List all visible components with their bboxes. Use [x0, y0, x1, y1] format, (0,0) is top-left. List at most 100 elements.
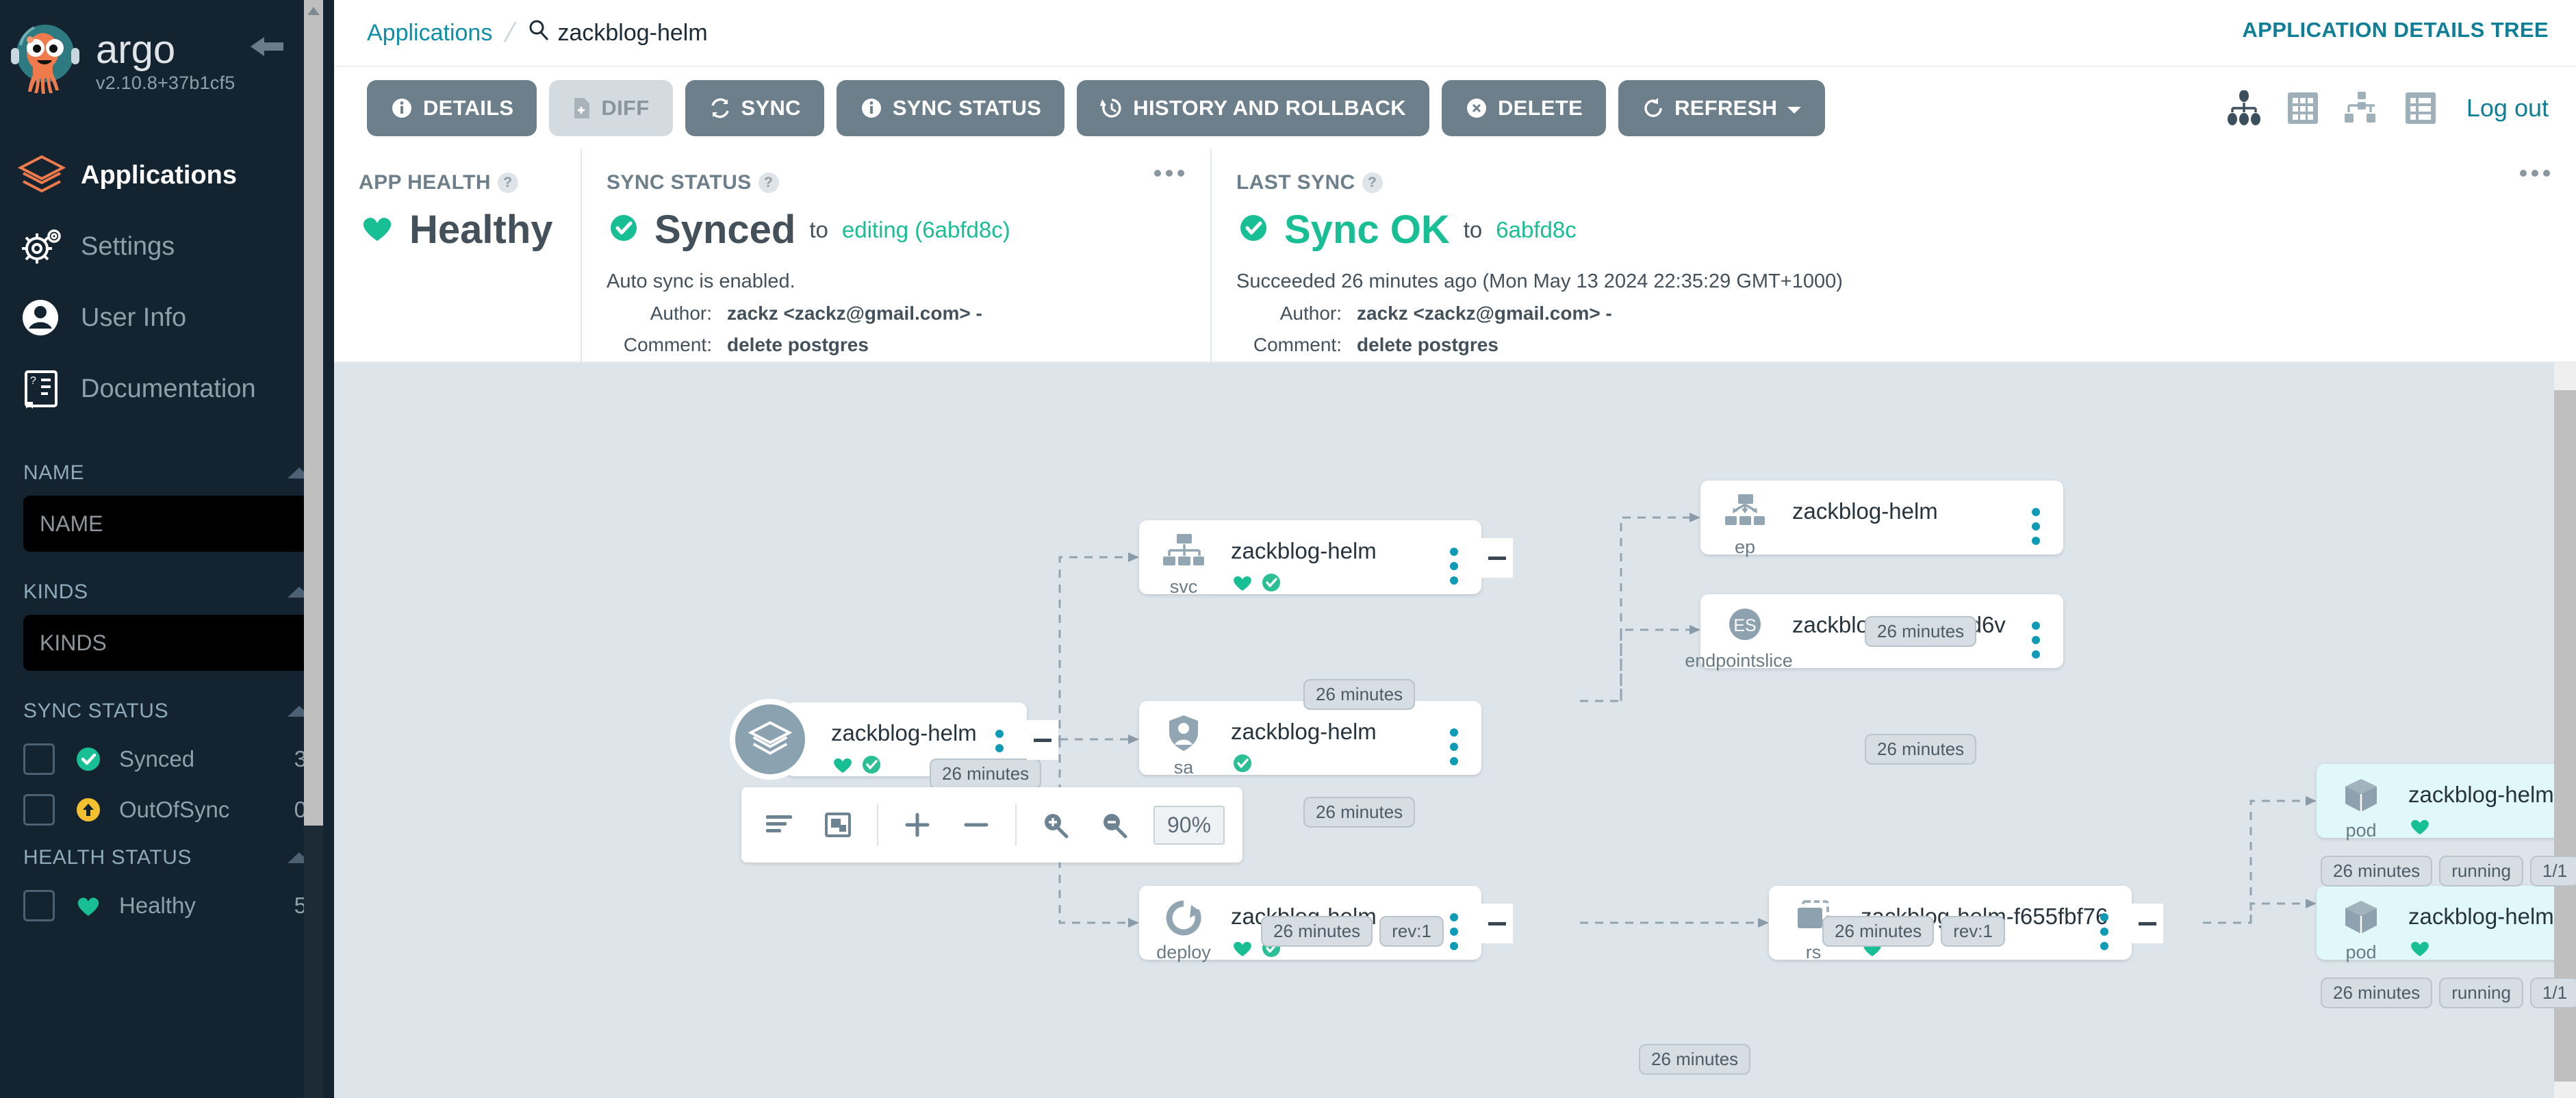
- app-health-panel: APP HEALTH ? Healthy: [334, 149, 581, 361]
- sync-status-row: Synced to editing (6abfd8c): [607, 207, 1186, 253]
- sidebar-item-settings[interactable]: Settings: [0, 211, 334, 282]
- tree-node-svc[interactable]: svc zackblog-helm: [1139, 520, 1481, 597]
- node-kind: rs: [1805, 942, 1822, 962]
- node-menu-button[interactable]: [2100, 913, 2108, 950]
- network-view-icon[interactable]: [2343, 90, 2380, 126]
- tree-zoom-toolbar: 90%: [741, 787, 1243, 863]
- gears-icon: [15, 225, 68, 268]
- diff-button[interactable]: DIFF: [549, 80, 673, 136]
- filter-health-status-header[interactable]: HEALTH STATUS: [23, 835, 311, 880]
- align-icon[interactable]: [759, 805, 799, 845]
- collapse-sidebar-arrow-icon[interactable]: [248, 33, 286, 60]
- endpointslice-icon: ES endpointslice: [1685, 594, 1793, 672]
- zoom-in-icon[interactable]: [1036, 805, 1075, 845]
- breadcrumb-current-label: zackblog-helm: [557, 19, 708, 46]
- node-kind: pod: [2345, 820, 2377, 841]
- filter-name-header[interactable]: NAME: [23, 450, 311, 496]
- tree-vertical-scrollbar[interactable]: [2554, 363, 2576, 1098]
- checkbox-healthy[interactable]: [23, 890, 55, 921]
- zoom-level-value[interactable]: 90%: [1153, 805, 1225, 845]
- node-menu-button[interactable]: [2032, 622, 2040, 659]
- filter-row-synced[interactable]: Synced 3: [23, 734, 311, 784]
- tree-node-endpointslice[interactable]: ES endpointslice zackblog-helm-gzd6v: [1685, 594, 2063, 671]
- tree-node-pod-1[interactable]: pod zackblog-helm-f655fbf76-7nr…: [2317, 764, 2576, 841]
- sync-status-menu-button[interactable]: [1154, 170, 1184, 177]
- checkbox-outofsync[interactable]: [23, 794, 55, 826]
- delete-button[interactable]: DELETE: [1441, 80, 1607, 136]
- node-tag: 26 minutes: [930, 758, 1042, 789]
- help-icon[interactable]: ?: [1362, 173, 1383, 193]
- tree-node-rs[interactable]: rs zackblog-helm-f655fbf76: [1769, 886, 2132, 963]
- layers-icon: [15, 154, 68, 196]
- tree-node-ep[interactable]: ep zackblog-helm: [1700, 481, 2063, 557]
- collapse-children-deploy[interactable]: [1481, 904, 1513, 943]
- sidebar-scrollbar[interactable]: [304, 0, 323, 1098]
- node-name: zackblog-helm-gzd6v: [1792, 612, 2006, 637]
- checkbox-synced[interactable]: [23, 743, 55, 775]
- sidebar-item-documentation[interactable]: ? Documentation: [0, 353, 334, 424]
- fit-to-screen-icon[interactable]: [818, 805, 858, 845]
- list-view-icon[interactable]: [2403, 90, 2438, 126]
- heart-icon: [831, 753, 854, 780]
- help-icon[interactable]: ?: [497, 173, 518, 193]
- filter-health-status-title: HEALTH STATUS: [23, 846, 192, 869]
- name-filter-input[interactable]: [23, 496, 311, 552]
- filter-sync-status-title: SYNC STATUS: [23, 700, 169, 722]
- tree-view-icon[interactable]: [2226, 90, 2262, 126]
- node-menu-button[interactable]: [1450, 548, 1458, 585]
- last-sync-panel: LAST SYNC ? Sync OK to 6abfd8c Succeeded…: [1210, 149, 2576, 361]
- help-icon[interactable]: ?: [758, 173, 779, 193]
- node-menu-button[interactable]: [2032, 508, 2040, 545]
- details-button[interactable]: DETAILS: [367, 80, 537, 136]
- toolbar-divider: [877, 804, 878, 846]
- grid-view-icon[interactable]: [2286, 90, 2320, 126]
- application-summary-panels: APP HEALTH ? Healthy SYNC STATUS ? Synce…: [334, 149, 2576, 363]
- collapse-children-rs[interactable]: [2132, 904, 2163, 943]
- last-sync-revision-link[interactable]: 6abfd8c: [1496, 217, 1576, 243]
- history-and-rollback-button[interactable]: HISTORY AND ROLLBACK: [1077, 80, 1429, 136]
- logout-link[interactable]: Log out: [2466, 94, 2549, 123]
- sync-revision-link[interactable]: editing (6abfd8c): [842, 217, 1010, 243]
- breadcrumb-applications-link[interactable]: Applications: [367, 20, 492, 47]
- sidebar-item-user-info[interactable]: User Info: [0, 282, 334, 353]
- pod-icon: pod: [2317, 764, 2406, 841]
- last-sync-time-note: Succeeded 26 minutes ago (Mon May 13 202…: [1236, 270, 1843, 292]
- zoom-out-icon[interactable]: [1095, 805, 1134, 845]
- argo-octopus-logo-icon: [10, 22, 81, 104]
- application-details-tree-label[interactable]: APPLICATION DETAILS TREE: [2242, 18, 2549, 42]
- app-health-title-row: APP HEALTH ?: [359, 171, 556, 194]
- collapse-children-application[interactable]: [1027, 720, 1058, 760]
- kinds-filter-input[interactable]: [23, 615, 311, 671]
- refresh-button[interactable]: REFRESH: [1618, 80, 1826, 136]
- filter-sync-status-header[interactable]: SYNC STATUS: [23, 689, 311, 734]
- tree-node-sa[interactable]: sa zackblog-helm: [1139, 701, 1481, 778]
- action-label: REFRESH: [1674, 96, 1778, 120]
- action-label: SYNC STATUS: [892, 96, 1042, 120]
- plus-icon[interactable]: [897, 805, 937, 845]
- tree-scrollbar-thumb[interactable]: [2554, 390, 2576, 1082]
- tree-node-deploy[interactable]: deploy zackblog-helm: [1139, 886, 1481, 962]
- minus-icon[interactable]: [956, 805, 996, 845]
- collapse-children-svc[interactable]: [1481, 538, 1513, 578]
- replicaset-icon: rs: [1769, 886, 1858, 963]
- service-icon: svc: [1139, 520, 1228, 598]
- node-status-badges: [1231, 752, 1481, 778]
- endpoints-icon: ep: [1700, 481, 1789, 558]
- filter-row-healthy[interactable]: Healthy 5: [23, 880, 311, 931]
- filter-row-outofsync[interactable]: OutOfSync 0: [23, 784, 311, 835]
- scroll-up-arrow-icon[interactable]: [304, 0, 323, 22]
- tree-node-pod-2[interactable]: pod zackblog-helm-f655fbf76-z6p…: [2317, 886, 2576, 962]
- sidebar-scrollbar-thumb[interactable]: [304, 0, 323, 826]
- node-menu-button[interactable]: [1450, 728, 1458, 765]
- resource-tree-canvas[interactable]: 90% zackblog-helm 26 minutes svc zackblo…: [334, 363, 2576, 1098]
- last-sync-menu-button[interactable]: [2520, 170, 2550, 177]
- node-body: zackblog-helm: [1228, 520, 1481, 598]
- sidebar-item-applications[interactable]: Applications: [0, 140, 334, 211]
- sync-button[interactable]: SYNC: [685, 80, 824, 136]
- heart-icon: [359, 209, 396, 250]
- filter-kinds-header[interactable]: KINDS: [23, 570, 311, 615]
- sync-status-title: SYNC STATUS: [607, 171, 752, 194]
- node-menu-button[interactable]: [1450, 913, 1458, 950]
- sync-status-button[interactable]: SYNC STATUS: [836, 80, 1065, 136]
- serviceaccount-icon: sa: [1139, 701, 1228, 778]
